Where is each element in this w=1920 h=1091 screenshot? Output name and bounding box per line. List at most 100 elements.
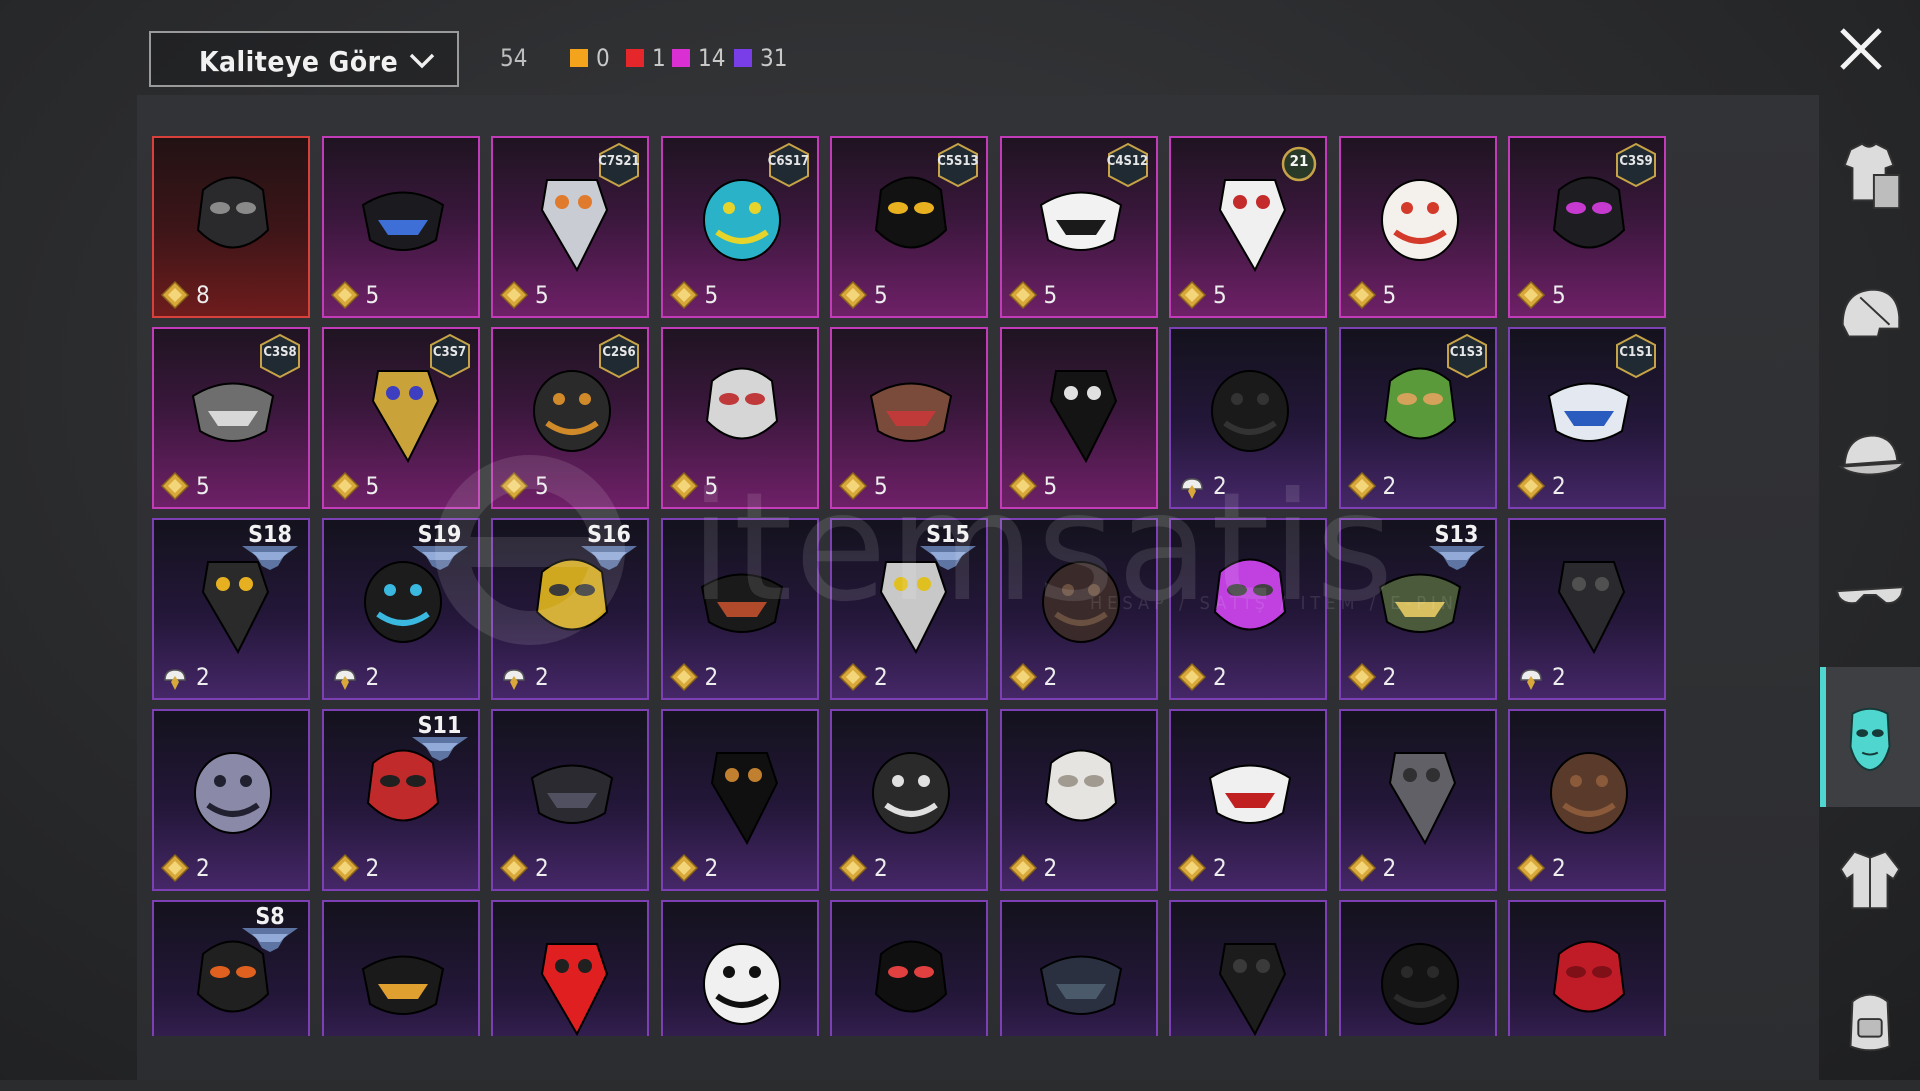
- total-count: 54: [500, 44, 528, 72]
- inventory-item[interactable]: C7S21 5: [491, 136, 649, 318]
- ag-coin-icon: [1520, 669, 1542, 690]
- item-price-value: 5: [1552, 281, 1566, 309]
- bp-coin-icon: [838, 280, 868, 310]
- item-price-value: 2: [874, 854, 888, 882]
- item-price-value: 2: [874, 663, 888, 691]
- item-mask-icon: [361, 955, 444, 1015]
- item-mask-icon: [1550, 752, 1628, 834]
- inventory-item[interactable]: 2: [830, 709, 988, 891]
- inventory-item[interactable]: 2: [1169, 327, 1327, 509]
- inventory-item[interactable]: 8: [152, 136, 310, 318]
- inventory-item[interactable]: [321, 900, 480, 1036]
- sidebar-tab-jacket[interactable]: [1820, 809, 1920, 949]
- sidebar-tab-outfit[interactable]: [1820, 105, 1920, 245]
- inventory-item[interactable]: S18 2: [152, 518, 310, 700]
- inventory-item[interactable]: [999, 900, 1158, 1036]
- ag-coin-icon: [503, 669, 525, 690]
- item-price: 2: [499, 662, 549, 692]
- inventory-item[interactable]: 2: [1338, 709, 1497, 891]
- item-price-value: 5: [535, 281, 549, 309]
- inventory-item[interactable]: [830, 900, 988, 1036]
- bp-coin-icon: [1347, 662, 1376, 692]
- inventory-item[interactable]: S8: [152, 900, 310, 1036]
- item-price-value: 5: [1213, 281, 1227, 309]
- inventory-item[interactable]: 2: [1508, 518, 1666, 700]
- item-mask-icon: [1388, 752, 1456, 846]
- item-price: 2: [1347, 662, 1396, 692]
- item-mask-icon: [710, 752, 778, 846]
- inventory-item[interactable]: 2: [999, 709, 1158, 891]
- quality-count-value: 0: [596, 44, 610, 72]
- inventory-item[interactable]: 5: [830, 327, 988, 509]
- item-mask-icon: [874, 940, 948, 1013]
- item-price: 2: [669, 853, 718, 883]
- inventory-item[interactable]: S13 2: [1338, 518, 1497, 700]
- inventory-item[interactable]: [1338, 900, 1497, 1036]
- inventory-item[interactable]: C6S17 5: [660, 136, 819, 318]
- inventory-item[interactable]: 2: [491, 709, 649, 891]
- inventory-item[interactable]: 2: [1169, 518, 1327, 700]
- inventory-item[interactable]: 5: [999, 327, 1158, 509]
- inventory-item[interactable]: [660, 900, 819, 1036]
- item-price: 2: [1516, 662, 1566, 692]
- sidebar-tab-backpack[interactable]: [1820, 951, 1920, 1091]
- inventory-item[interactable]: 5: [1338, 136, 1497, 318]
- sort-dropdown[interactable]: Kaliteye Göre: [149, 31, 459, 87]
- inventory-item[interactable]: C1S1 2: [1508, 327, 1666, 509]
- sidebar-tab-helmet[interactable]: [1820, 245, 1920, 385]
- inventory-item[interactable]: S15 2: [830, 518, 988, 700]
- item-price-value: 5: [365, 281, 380, 309]
- inventory-item[interactable]: 5: [660, 327, 819, 509]
- item-price: 2: [499, 853, 549, 883]
- close-icon[interactable]: [1836, 24, 1886, 74]
- item-price-value: 2: [704, 663, 719, 691]
- inventory-item[interactable]: S19 2: [321, 518, 480, 700]
- inventory-item[interactable]: [491, 900, 649, 1036]
- inventory-item[interactable]: [1169, 900, 1327, 1036]
- season-badge-label: C4S12: [1106, 154, 1149, 169]
- inventory-item[interactable]: C1S3 2: [1338, 327, 1497, 509]
- inventory-item[interactable]: C5S13 5: [830, 136, 988, 318]
- bp-coin-icon: [1008, 662, 1037, 692]
- inventory-item[interactable]: 2: [999, 518, 1158, 700]
- bp-coin-icon: [1347, 471, 1376, 501]
- inventory-item[interactable]: C3S7 5: [321, 327, 480, 509]
- item-price-value: 2: [1213, 854, 1227, 882]
- inventory-item[interactable]: 2: [660, 709, 819, 891]
- quality-swatch: [570, 49, 588, 67]
- inventory-item[interactable]: 21 5: [1169, 136, 1327, 318]
- bp-coin-icon: [669, 662, 698, 692]
- inventory-item[interactable]: C4S12 5: [999, 136, 1158, 318]
- item-price: 5: [1516, 280, 1566, 310]
- inventory-item[interactable]: C3S8 5: [152, 327, 310, 509]
- inventory-item[interactable]: S16 2: [491, 518, 649, 700]
- inventory-item[interactable]: C3S9 5: [1508, 136, 1666, 318]
- inventory-item[interactable]: 2: [1508, 709, 1666, 891]
- inventory-item[interactable]: S11 2: [321, 709, 480, 891]
- item-mask-icon: [361, 191, 444, 251]
- item-price-value: 5: [535, 472, 549, 500]
- season-badge-label: C3S9: [1619, 154, 1653, 169]
- item-price-value: 2: [196, 663, 210, 691]
- season-badge-label: C5S13: [937, 154, 979, 169]
- inventory-item[interactable]: C2S6 5: [491, 327, 649, 509]
- sidebar-tab-cap[interactable]: [1820, 385, 1920, 525]
- inventory-item[interactable]: 2: [152, 709, 310, 891]
- inventory-item[interactable]: [1508, 900, 1666, 1036]
- bp-coin-icon: [1177, 280, 1207, 310]
- backpack-icon: [1849, 993, 1891, 1052]
- sidebar-tab-glasses[interactable]: [1820, 525, 1920, 665]
- quality-swatch: [672, 49, 690, 67]
- bp-coin-icon: [160, 853, 190, 883]
- item-price-value: 2: [1382, 472, 1397, 500]
- item-price-value: 2: [1213, 472, 1227, 500]
- inventory-item[interactable]: 2: [1169, 709, 1327, 891]
- item-price-value: 2: [535, 854, 549, 882]
- quality-count-value: 1: [652, 44, 666, 72]
- sidebar-tab-mask[interactable]: [1820, 667, 1920, 807]
- item-price: 8: [160, 280, 210, 310]
- inventory-item[interactable]: 2: [660, 518, 819, 700]
- season-badge-label: C2S6: [602, 345, 636, 360]
- bp-coin-icon: [669, 280, 698, 310]
- inventory-item[interactable]: 5: [321, 136, 480, 318]
